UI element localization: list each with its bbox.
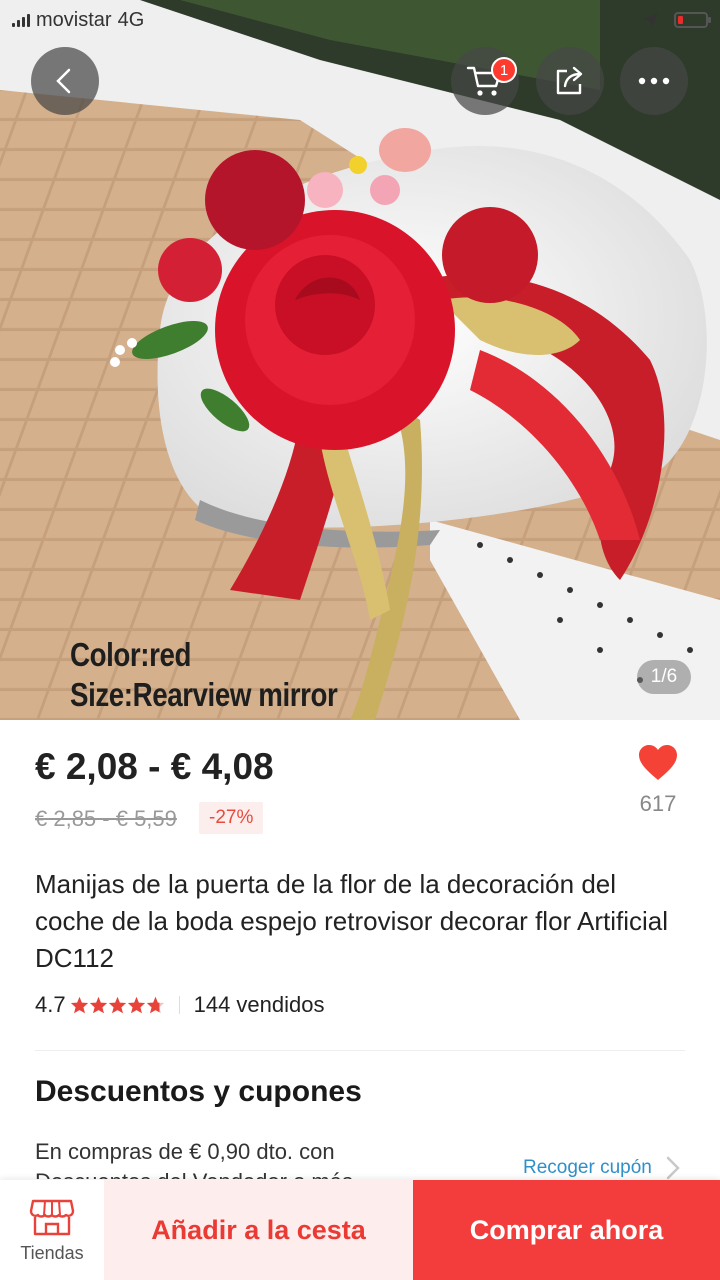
collect-coupon-link[interactable]: Recoger cupón xyxy=(523,1156,680,1180)
network-type: 4G xyxy=(117,8,145,31)
coupon-description: En compras de € 0,90 dto. con Descuentos… xyxy=(35,1139,353,1179)
star-icon xyxy=(127,996,145,1014)
image-caption-color: Color:red xyxy=(70,636,191,673)
product-price: € 2,08 - € 4,08 xyxy=(35,746,274,787)
star-icon xyxy=(89,996,107,1014)
battery-icon xyxy=(674,12,711,28)
chevron-right-icon xyxy=(666,1156,680,1180)
product-image-gallery[interactable]: movistar 4G 1 Color:red Size:Rearview mi… xyxy=(0,0,720,720)
more-dots-icon xyxy=(638,77,670,85)
star-icon xyxy=(108,996,126,1014)
rating-value: 4.7 xyxy=(35,992,66,1017)
section-divider xyxy=(35,1050,685,1051)
more-options-button[interactable] xyxy=(620,47,688,115)
wishlist-button[interactable]: 617 xyxy=(628,744,688,817)
status-bar: movistar 4G xyxy=(12,6,711,34)
star-half-icon xyxy=(146,996,164,1014)
buy-now-button[interactable]: Comprar ahora xyxy=(413,1180,720,1280)
bottom-action-bar: Tiendas Añadir a la cesta Comprar ahora xyxy=(0,1180,720,1280)
cart-button[interactable]: 1 xyxy=(451,47,519,115)
signal-icon xyxy=(12,13,30,27)
star-icon xyxy=(70,996,88,1014)
rating-row[interactable]: 4.7 144 vendidos xyxy=(35,992,324,1018)
store-button[interactable]: Tiendas xyxy=(0,1180,104,1280)
image-counter: 1/6 xyxy=(637,660,691,694)
store-icon xyxy=(29,1199,75,1235)
coupons-section-title: Descuentos y cupones xyxy=(35,1075,362,1108)
store-label: Tiendas xyxy=(20,1242,84,1263)
cart-count-badge: 1 xyxy=(491,57,517,83)
sold-count: 144 vendidos xyxy=(193,992,325,1017)
product-title: Manijas de la puerta de la flor de la de… xyxy=(35,869,668,973)
location-arrow-icon xyxy=(644,13,658,27)
wishlist-count: 617 xyxy=(639,791,677,816)
carrier-name: movistar xyxy=(36,8,112,31)
divider xyxy=(178,996,180,1014)
original-price: € 2,85 - € 5,59 xyxy=(35,806,177,831)
collect-coupon-label: Recoger cupón xyxy=(523,1157,652,1178)
image-caption-size: Size:Rearview mirror xyxy=(70,676,338,713)
heart-icon xyxy=(639,745,677,780)
add-to-cart-button[interactable]: Añadir a la cesta xyxy=(104,1180,413,1280)
share-icon xyxy=(556,66,583,95)
share-button[interactable] xyxy=(536,47,604,115)
back-button[interactable] xyxy=(31,47,99,115)
chevron-left-icon xyxy=(56,68,71,94)
product-photo xyxy=(0,0,720,720)
rating-stars xyxy=(70,996,165,1014)
discount-badge: -27% xyxy=(199,802,264,834)
